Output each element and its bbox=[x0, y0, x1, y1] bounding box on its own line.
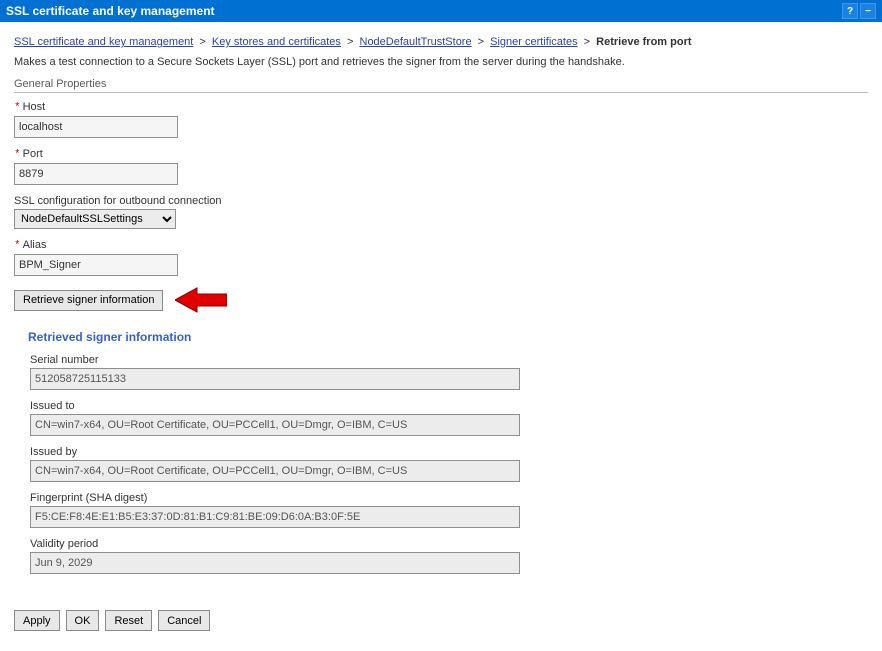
red-arrow-annotation-icon bbox=[175, 286, 227, 314]
breadcrumb-link-truststore[interactable]: NodeDefaultTrustStore bbox=[360, 36, 472, 48]
issuedto-label: Issued to bbox=[30, 400, 868, 412]
field-issuedto: Issued to CN=win7-x64, OU=Root Certifica… bbox=[30, 400, 868, 436]
field-host: *Host bbox=[14, 101, 868, 138]
field-port: *Port bbox=[14, 148, 868, 185]
fingerprint-value: F5:CE:F8:4E:E1:B5:E3:37:0D:81:B1:C9:81:B… bbox=[30, 506, 520, 528]
issuedby-label: Issued by bbox=[30, 446, 868, 458]
retrieved-block: Serial number 512058725115133 Issued to … bbox=[14, 354, 868, 574]
validity-label: Validity period bbox=[30, 538, 868, 550]
reset-button[interactable]: Reset bbox=[105, 610, 152, 631]
breadcrumb-link-ssl[interactable]: SSL certificate and key management bbox=[14, 36, 193, 48]
ok-button[interactable]: OK bbox=[66, 610, 100, 631]
action-button-row: Apply OK Reset Cancel bbox=[14, 602, 868, 631]
field-validity: Validity period Jun 9, 2029 bbox=[30, 538, 868, 574]
issuedto-value: CN=win7-x64, OU=Root Certificate, OU=PCC… bbox=[30, 414, 520, 436]
breadcrumb-link-keystores[interactable]: Key stores and certificates bbox=[212, 36, 341, 48]
validity-value: Jun 9, 2029 bbox=[30, 552, 520, 574]
field-sslconf: SSL configuration for outbound connectio… bbox=[14, 195, 868, 229]
required-marker: * bbox=[14, 240, 21, 252]
help-button[interactable]: ? bbox=[842, 3, 858, 19]
content-area: SSL certificate and key management > Key… bbox=[0, 22, 882, 651]
port-input[interactable] bbox=[14, 163, 178, 185]
retrieve-row: Retrieve signer information bbox=[14, 286, 868, 314]
breadcrumb-link-signer[interactable]: Signer certificates bbox=[490, 36, 577, 48]
breadcrumb-current: Retrieve from port bbox=[596, 36, 691, 48]
section-title: General Properties bbox=[14, 78, 868, 93]
host-label: *Host bbox=[14, 101, 868, 114]
breadcrumb-sep: > bbox=[199, 36, 205, 48]
cancel-button[interactable]: Cancel bbox=[158, 610, 210, 631]
serial-value: 512058725115133 bbox=[30, 368, 520, 390]
issuedby-value: CN=win7-x64, OU=Root Certificate, OU=PCC… bbox=[30, 460, 520, 482]
fingerprint-label: Fingerprint (SHA digest) bbox=[30, 492, 868, 504]
port-label-text: Port bbox=[23, 148, 43, 160]
serial-label: Serial number bbox=[30, 354, 868, 366]
field-alias: *Alias bbox=[14, 239, 868, 276]
window-buttons: ? − bbox=[842, 3, 876, 19]
required-marker: * bbox=[14, 149, 21, 161]
host-label-text: Host bbox=[23, 101, 46, 113]
breadcrumb-sep: > bbox=[347, 36, 353, 48]
titlebar-title: SSL certificate and key management bbox=[6, 4, 215, 18]
alias-label: *Alias bbox=[14, 239, 868, 252]
sslconf-select[interactable]: NodeDefaultSSLSettings bbox=[14, 209, 176, 229]
required-marker: * bbox=[14, 102, 21, 114]
host-input[interactable] bbox=[14, 116, 178, 138]
port-label: *Port bbox=[14, 148, 868, 161]
sslconf-label: SSL configuration for outbound connectio… bbox=[14, 195, 868, 207]
field-issuedby: Issued by CN=win7-x64, OU=Root Certifica… bbox=[30, 446, 868, 482]
alias-input[interactable] bbox=[14, 254, 178, 276]
minimize-button[interactable]: − bbox=[860, 3, 876, 19]
page-description: Makes a test connection to a Secure Sock… bbox=[14, 56, 868, 68]
breadcrumb: SSL certificate and key management > Key… bbox=[14, 36, 868, 48]
field-serial: Serial number 512058725115133 bbox=[30, 354, 868, 390]
retrieve-signer-button[interactable]: Retrieve signer information bbox=[14, 290, 163, 311]
field-fingerprint: Fingerprint (SHA digest) F5:CE:F8:4E:E1:… bbox=[30, 492, 868, 528]
alias-label-text: Alias bbox=[23, 239, 47, 251]
retrieved-heading: Retrieved signer information bbox=[28, 330, 854, 344]
apply-button[interactable]: Apply bbox=[14, 610, 60, 631]
breadcrumb-sep: > bbox=[478, 36, 484, 48]
breadcrumb-sep: > bbox=[584, 36, 590, 48]
titlebar: SSL certificate and key management ? − bbox=[0, 0, 882, 22]
